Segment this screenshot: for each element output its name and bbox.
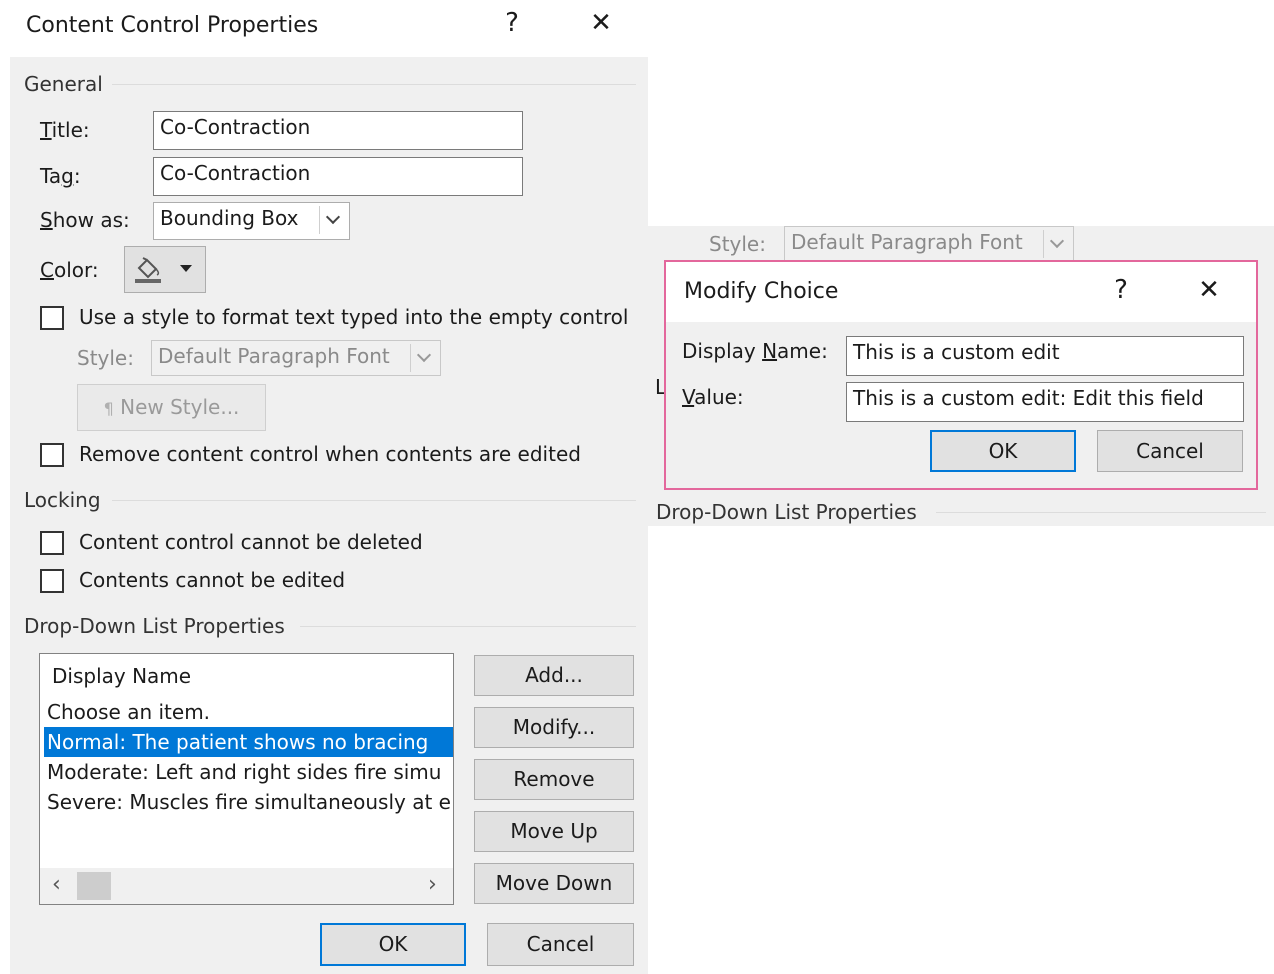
locking-section-label: Locking [24,488,101,512]
bg-style-label: Style: [709,232,766,256]
color-label: Color: [40,258,99,282]
modify-choice-title: Modify Choice [684,279,839,304]
tag-label: Tag: [40,164,81,188]
general-divider [112,84,636,85]
ok-button[interactable]: OK [320,923,466,966]
close-icon[interactable]: ✕ [584,8,618,38]
cannot-edit-label: Contents cannot be edited [79,568,346,592]
add-button[interactable]: Add... [474,655,634,696]
remove-control-checkbox[interactable] [40,443,64,467]
bg-style-value: Default Paragraph Font [791,230,1023,254]
horizontal-scrollbar[interactable]: ‹ › [40,868,453,904]
chevron-down-icon [1043,230,1071,258]
locking-divider [112,500,636,501]
title-label-rest: itle: [51,118,90,142]
modify-button[interactable]: Modify... [474,707,634,748]
new-style-button[interactable]: ¶ New Style... [77,384,266,431]
dialog-title: Content Control Properties [26,13,319,38]
style-select[interactable]: Default Paragraph Font [151,340,441,376]
general-section-label: General [24,72,103,96]
style-label: Style: [77,346,134,370]
modify-help-button[interactable]: ? [1106,275,1136,305]
move-up-button[interactable]: Move Up [474,811,634,852]
bg-dropdown-divider [936,512,1266,513]
use-style-checkbox[interactable] [40,306,64,330]
cancel-button[interactable]: Cancel [487,923,634,966]
list-item[interactable]: Severe: Muscles fire simultaneously at e [44,787,451,817]
color-picker-button[interactable] [124,246,206,293]
remove-control-label: Remove content control when contents are… [79,442,581,466]
dropdown-section-label: Drop-Down List Properties [24,614,285,638]
display-name-input[interactable]: This is a custom edit [846,336,1244,376]
use-style-label: Use a style to format text typed into th… [79,305,629,329]
modify-cancel-button[interactable]: Cancel [1097,430,1243,472]
remove-button[interactable]: Remove [474,759,634,800]
bg-style-select[interactable]: Default Paragraph Font [784,226,1074,262]
cannot-edit-checkbox[interactable] [40,569,64,593]
display-name-label: Display Name: [682,339,828,363]
list-item[interactable]: Choose an item. [44,697,210,727]
cannot-delete-checkbox[interactable] [40,531,64,555]
modify-choice-dialog: Modify Choice ? ✕ Display Name: This is … [664,260,1258,490]
modify-close-icon[interactable]: ✕ [1192,275,1226,305]
bg-dropdown-section-label: Drop-Down List Properties [656,500,917,524]
new-style-label: New Style... [120,395,240,419]
move-down-button[interactable]: Move Down [474,863,634,904]
show-as-value: Bounding Box [160,206,299,230]
chevron-down-icon [319,206,347,234]
paint-bucket-icon [135,257,161,283]
show-as-select[interactable]: Bounding Box [153,202,350,240]
cannot-delete-label: Content control cannot be deleted [79,530,423,554]
caret-down-icon [180,265,192,272]
title-input[interactable]: Co-Contraction [153,111,523,150]
help-button[interactable]: ? [496,8,528,38]
list-item-selected[interactable]: Normal: The patient shows no bracing [44,727,453,757]
list-item[interactable]: Moderate: Left and right sides fire simu [44,757,441,787]
scroll-left-icon[interactable]: ‹ [52,872,61,897]
value-input[interactable]: This is a custom edit: Edit this field [846,382,1244,422]
list-column-header: Display Name [52,664,192,688]
show-as-label: Show as: [40,208,130,232]
style-value: Default Paragraph Font [158,344,390,368]
value-label: Value: [682,385,744,409]
scrollbar-thumb[interactable] [77,872,111,900]
title-label: Title: [40,118,90,142]
modify-ok-button[interactable]: OK [930,430,1076,472]
chevron-down-icon [410,344,438,372]
tag-input[interactable]: Co-Contraction [153,157,523,196]
dropdown-items-list[interactable]: Display Name Choose an item. Normal: The… [39,653,454,905]
content-control-properties-dialog: Content Control Properties ? ✕ General T… [0,0,648,974]
new-style-icon: ¶ [103,399,114,418]
dropdown-divider [300,626,636,627]
scroll-right-icon[interactable]: › [428,872,437,897]
